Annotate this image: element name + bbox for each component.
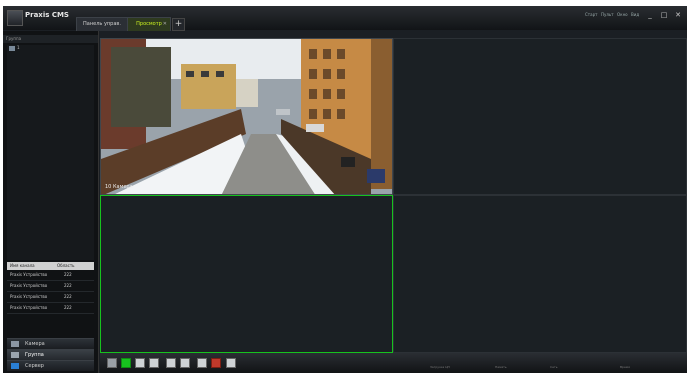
menu-item-start[interactable]: Старт (585, 12, 597, 17)
nav-group-button[interactable]: Группа (7, 349, 94, 360)
tab-control-panel[interactable]: Панель управ. (76, 17, 128, 31)
maximize-button[interactable]: □ (658, 10, 670, 20)
camera-icon (11, 341, 19, 347)
column-header-area[interactable]: Область (57, 262, 75, 270)
device-table: Имя канала Область Praxis Устройство 222… (7, 262, 94, 314)
nav-camera-button[interactable]: Камера (7, 338, 94, 349)
grid-9-icon[interactable] (135, 358, 145, 368)
cell-area: 222 (64, 272, 72, 277)
camera-label: 10 Камера (105, 184, 133, 190)
nav-server-button[interactable]: Сервер (7, 360, 94, 371)
cell-name: Praxis Устройство (10, 305, 48, 310)
folder-icon (9, 46, 15, 51)
video-tile-empty[interactable] (393, 38, 687, 195)
record-icon[interactable] (197, 358, 207, 368)
video-grid: 10 Камера (100, 38, 687, 353)
app-logo (7, 10, 23, 26)
cell-area: 222 (64, 283, 72, 288)
video-tile-selected[interactable] (100, 195, 393, 353)
cell-area: 222 (64, 305, 72, 310)
tab-label: Панель управ. (83, 21, 121, 27)
tree-item-label[interactable]: 1 (17, 45, 20, 50)
tab-label: Просмотр (136, 21, 162, 27)
grid-25-icon[interactable] (166, 358, 176, 368)
table-row[interactable]: Praxis Устройство 222 (7, 303, 94, 314)
panel-header-label: Группа (6, 36, 22, 41)
title-bar: Praxis CMS Панель управ. Просмотр ✕ + Ст… (3, 6, 687, 31)
table-row[interactable]: Praxis Устройство 222 (7, 281, 94, 292)
menu-item-window[interactable]: Окно (617, 12, 628, 17)
close-icon[interactable]: ✕ (163, 18, 167, 31)
menu-item-console[interactable]: Пульт (601, 12, 614, 17)
cell-area: 222 (64, 294, 72, 299)
tab-live-view[interactable]: Просмотр ✕ (127, 17, 171, 31)
column-header-channel[interactable]: Имя канала (10, 262, 35, 270)
menu-item-view[interactable]: Вид (631, 12, 639, 17)
status-time: Время (620, 365, 630, 369)
grid-36-icon[interactable] (180, 358, 190, 368)
app-window: Praxis CMS Панель управ. Просмотр ✕ + Ст… (3, 6, 687, 373)
server-icon (11, 363, 19, 369)
app-title: Praxis CMS (25, 11, 69, 19)
add-tab-button[interactable]: + (172, 18, 185, 31)
snapshot-icon[interactable] (211, 358, 221, 368)
left-panel: Группа 1 Имя канала Область Praxis Устро… (3, 31, 99, 373)
panel-header: Группа (3, 35, 98, 43)
grid-4-icon[interactable] (121, 358, 131, 368)
cell-name: Praxis Устройство (10, 272, 48, 277)
video-tile[interactable]: 10 Камера (100, 38, 393, 195)
status-bar: Загрузка ЦП Память Сеть Время (100, 365, 687, 373)
table-header: Имя канала Область (7, 262, 94, 270)
nav-label: Сервер (25, 363, 44, 369)
group-icon (11, 352, 19, 358)
status-network: Сеть (550, 365, 558, 369)
video-tile-empty[interactable] (393, 195, 687, 353)
grid-16-icon[interactable] (149, 358, 159, 368)
cell-name: Praxis Устройство (10, 283, 48, 288)
device-tree[interactable]: 1 (7, 45, 94, 260)
single-layout-icon[interactable] (107, 358, 117, 368)
table-row[interactable]: Praxis Устройство 222 (7, 292, 94, 303)
close-window-button[interactable]: ✕ (672, 10, 684, 20)
fullscreen-icon[interactable] (226, 358, 236, 368)
status-cpu: Загрузка ЦП (430, 365, 450, 369)
nav-label: Группа (25, 352, 44, 358)
camera-feed-image (101, 39, 392, 194)
status-memory: Память (495, 365, 507, 369)
nav-label: Камера (25, 341, 45, 347)
minimize-button[interactable]: _ (644, 10, 656, 20)
cell-name: Praxis Устройство (10, 294, 48, 299)
table-row[interactable]: Praxis Устройство 222 (7, 270, 94, 281)
